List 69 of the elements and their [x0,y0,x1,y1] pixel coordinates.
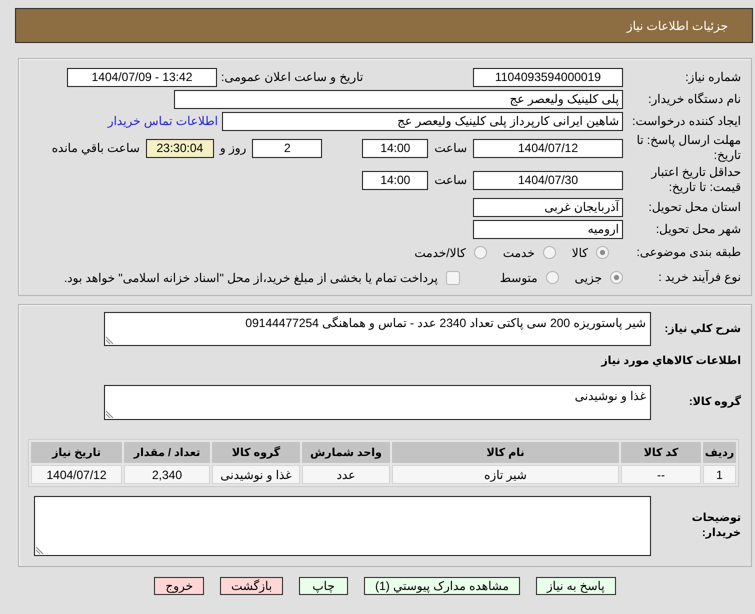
field-label: تاریخ و ساعت اعلان عمومی: [221,70,364,84]
column-header: تعداد / مقدار [124,442,210,463]
field-label: ایجاد کننده درخواست: [632,114,741,128]
column-header: نام کالا [392,442,619,463]
radio-label[interactable]: جزیی [574,270,602,284]
deadline-time-field[interactable]: 14:00 [362,138,428,158]
radio-button[interactable] [610,271,623,284]
field-label: نوع فرآیند خرید : [658,270,741,284]
requester-field[interactable]: شاهین ایرانی کارپرداز پلی کلینیک ولیعصر عج [222,112,623,130]
buyer-notes-field[interactable] [34,496,651,556]
contact-link[interactable]: اطلاعات تماس خریدار [108,114,218,128]
action-button[interactable]: مشاهده مدارک پيوستي (1) [364,577,520,595]
days-label: روز و [220,141,246,155]
column-header: واحد شمارش [302,442,390,463]
action-button[interactable]: پاسخ به نیاز [536,577,616,595]
field-label: شماره نیاز: [685,70,741,84]
radio-label[interactable]: متوسط [500,270,538,284]
radio-label[interactable]: کالا/خدمت [414,246,466,260]
days-field[interactable]: 2 [252,138,322,158]
resize-grip-icon[interactable] [36,546,44,554]
validity-time-field[interactable]: 14:00 [362,170,428,190]
radio-button[interactable] [546,271,559,284]
description-field[interactable]: شیر پاستوریزه 200 سی پاکتی تعداد 2340 عدد - تماس و هماهنگی 09144477254 [104,312,651,346]
action-button[interactable]: چاپ [299,577,348,595]
checkbox[interactable] [446,270,460,284]
goods-group-field[interactable]: غذا و نوشیدنی [104,385,651,420]
field-label: طبقه بندی موضوعی: [636,245,741,259]
validity-date-field[interactable]: 1404/07/30 [473,170,623,190]
announce-date-field[interactable]: 1404/07/09 - 13:42 [67,68,217,86]
action-button[interactable]: بازگشت [220,577,284,595]
table-cell: -- [621,465,701,484]
column-header: گروه کالا [212,442,300,463]
resize-grip-icon[interactable] [106,336,114,344]
remaining-time-field[interactable]: 23:30:04 [146,138,214,158]
column-header: ردیف [703,442,736,463]
resize-grip-icon[interactable] [106,410,114,418]
field-label: مهلت ارسال پاسخ: تا تاریخ: [636,133,741,162]
table-cell: 1404/07/12 [31,465,122,484]
field-label: استان محل تحویل: [648,200,741,214]
radio-label[interactable]: خدمت [502,246,535,260]
need-number-field[interactable]: 1104093594000019 [473,68,623,86]
checkbox-label[interactable]: پرداخت تمام یا بخشی از مبلغ خرید،از محل "اسناد خزانه اسلامی" خواهد بود. [64,270,438,284]
time-label: ساعت [434,141,467,155]
table-cell: شیر تازه [392,465,619,484]
remaining-label: ساعت باقي مانده [52,141,140,155]
radio-button[interactable] [474,246,487,259]
radio-label[interactable]: کالا [572,246,588,260]
radio-button[interactable] [596,246,609,259]
table-cell: 1 [703,465,736,484]
field-label: حداقل تاریخ اعتبار قیمت: تا تاریخ: [651,165,741,194]
section-heading: اطلاعات کالاهاي مورد نياز [601,355,741,367]
action-button[interactable]: خروج [154,577,204,595]
radio-button[interactable] [542,246,556,259]
field-label: نام دستگاه خریدار: [648,92,741,106]
deadline-date-field[interactable]: 1404/07/12 [473,138,623,158]
column-header: تاریخ نیاز [31,442,122,463]
table-cell: عدد [302,465,390,484]
table-cell: 2,340 [124,465,210,484]
table-cell: غذا و نوشیدنی [212,465,300,484]
field-label: شرح کلي نياز: [664,322,741,334]
field-label: گروه کالا: [688,396,741,408]
city-field[interactable]: ارومیه [473,220,623,238]
time-label: ساعت [434,173,467,187]
buyer-org-field[interactable]: پلی کلینیک ولیعصر عج [174,90,623,108]
column-header: کد کالا [621,442,701,463]
field-label: شهر محل تحویل: [656,222,741,236]
province-field[interactable]: آذربایجان غربی [473,198,623,216]
page-title: جزئیات اطلاعات نیاز [626,18,728,32]
field-label: توضیحات خریدار: [692,512,741,539]
